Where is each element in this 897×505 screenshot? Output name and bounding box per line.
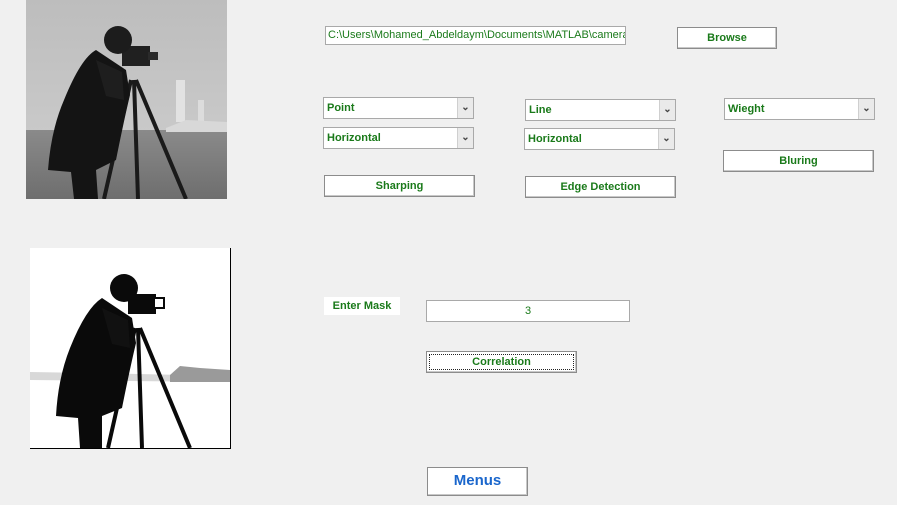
mask-size-input[interactable]: 3 bbox=[426, 300, 630, 322]
sharping-button[interactable]: Sharping bbox=[324, 175, 475, 197]
browse-button[interactable]: Browse bbox=[677, 27, 777, 49]
menus-button[interactable]: Menus bbox=[427, 467, 528, 496]
chevron-down-icon: ⌄ bbox=[858, 99, 874, 119]
correlation-button[interactable]: Correlation bbox=[426, 351, 577, 373]
processed-image bbox=[30, 248, 231, 449]
sharp-direction-value: Horizontal bbox=[327, 132, 381, 144]
image-path-field[interactable]: C:\Users\Mohamed_Abdeldaym\Documents\MAT… bbox=[325, 26, 626, 45]
edge-detection-button[interactable]: Edge Detection bbox=[525, 176, 676, 198]
blur-type-dropdown[interactable]: Wieght ⌄ bbox=[724, 98, 875, 120]
sharp-type-dropdown[interactable]: Point ⌄ bbox=[323, 97, 474, 119]
edge-direction-dropdown[interactable]: Horizontal ⌄ bbox=[524, 128, 675, 150]
chevron-down-icon: ⌄ bbox=[457, 128, 473, 148]
chevron-down-icon: ⌄ bbox=[457, 98, 473, 118]
enter-mask-label: Enter Mask bbox=[324, 297, 400, 315]
bluring-button[interactable]: Bluring bbox=[723, 150, 874, 172]
sharp-type-value: Point bbox=[327, 102, 355, 114]
chevron-down-icon: ⌄ bbox=[658, 129, 674, 149]
blur-type-value: Wieght bbox=[728, 103, 765, 115]
edge-type-value: Line bbox=[529, 104, 552, 116]
edge-type-dropdown[interactable]: Line ⌄ bbox=[525, 99, 676, 121]
original-image bbox=[26, 0, 227, 199]
chevron-down-icon: ⌄ bbox=[659, 100, 675, 120]
edge-direction-value: Horizontal bbox=[528, 133, 582, 145]
sharp-direction-dropdown[interactable]: Horizontal ⌄ bbox=[323, 127, 474, 149]
